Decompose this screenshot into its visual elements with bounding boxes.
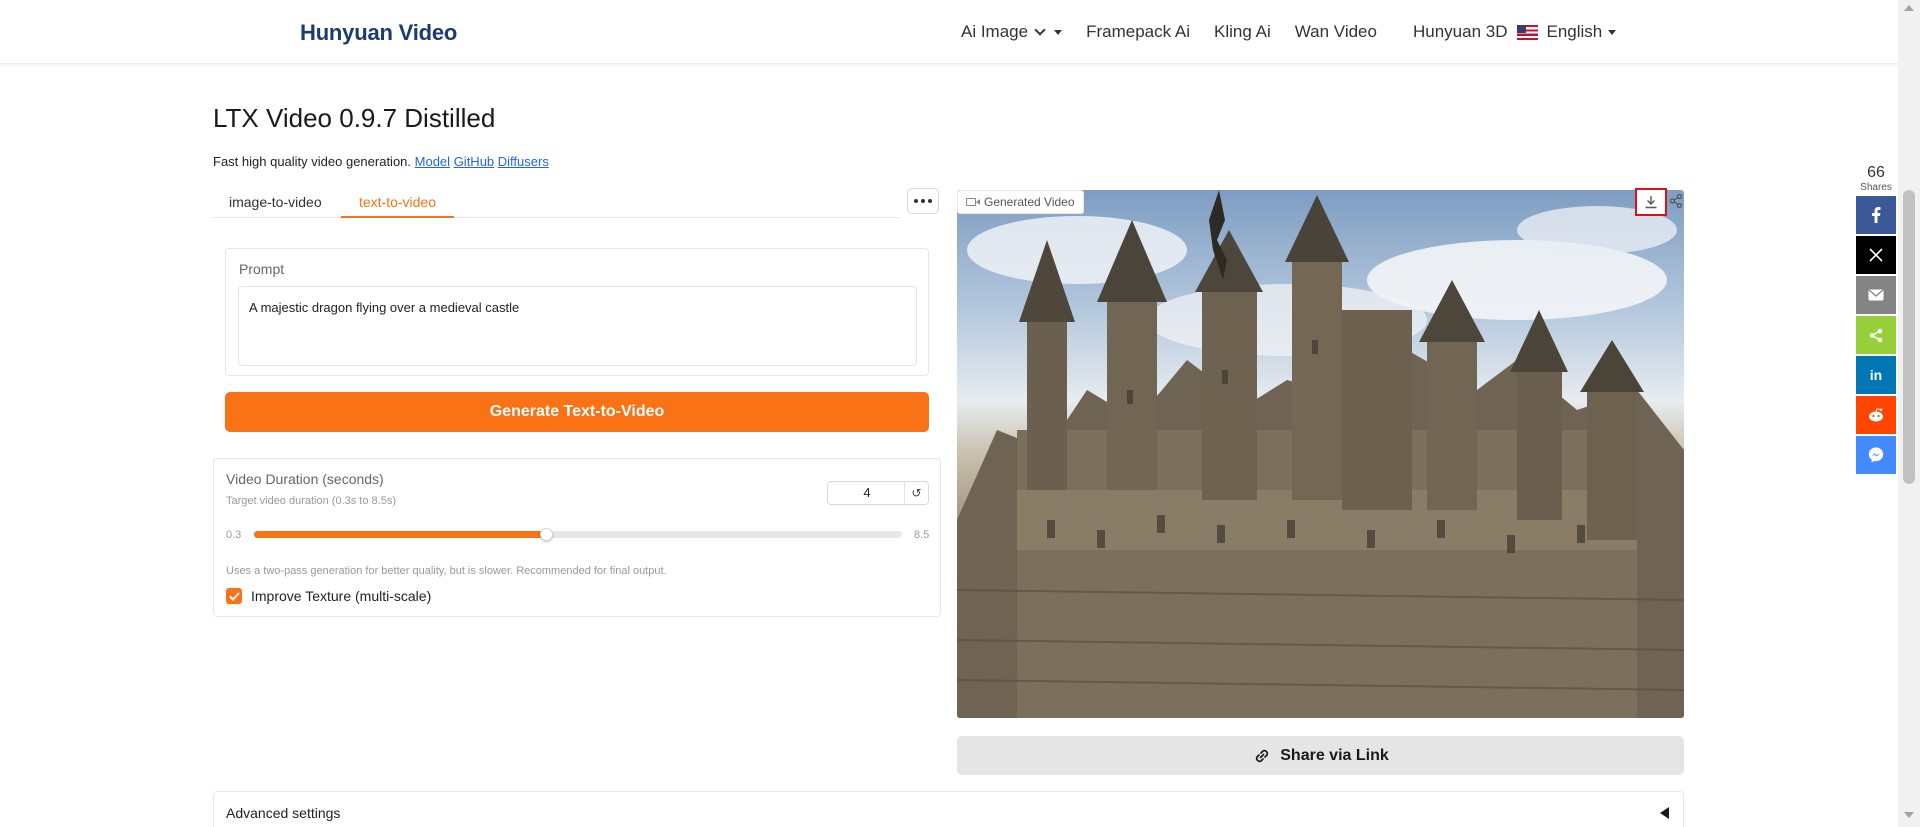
improve-texture-label: Improve Texture (multi-scale): [251, 588, 432, 604]
duration-slider[interactable]: [254, 528, 902, 541]
github-link[interactable]: GitHub: [454, 154, 494, 169]
reddit-icon: [1869, 408, 1883, 422]
language-label: English: [1546, 22, 1603, 41]
download-icon: [1645, 196, 1657, 209]
sharethis-share-button[interactable]: [1856, 316, 1896, 354]
castle-video-frame: [957, 190, 1684, 718]
nav-framepack-ai[interactable]: Framepack Ai: [1086, 22, 1190, 42]
share-count-number: 66: [1867, 164, 1885, 181]
collapse-triangle-icon: [1660, 807, 1669, 819]
page-description: Fast high quality video generation. Mode…: [213, 154, 549, 169]
advanced-settings-label: Advanced settings: [226, 805, 341, 821]
x-share-button[interactable]: [1856, 236, 1896, 274]
duration-card: Video Duration (seconds) Target video du…: [213, 458, 941, 617]
reset-icon[interactable]: ↺: [904, 482, 928, 504]
messenger-share-button[interactable]: [1856, 436, 1896, 474]
texture-note: Uses a two-pass generation for better qu…: [226, 565, 667, 577]
more-dots-icon: [914, 199, 918, 203]
page-title: LTX Video 0.9.7 Distilled: [213, 103, 496, 133]
reddit-share-button[interactable]: [1856, 396, 1896, 434]
email-share-button[interactable]: [1856, 276, 1896, 314]
more-dots-icon: [928, 199, 932, 203]
x-icon: [1869, 248, 1883, 262]
linkedin-share-button[interactable]: in: [1856, 356, 1896, 394]
slider-max-label: 8.5: [914, 529, 930, 541]
tab-text-to-video[interactable]: text-to-video: [341, 188, 454, 218]
email-icon: [1868, 289, 1884, 301]
improve-texture-row[interactable]: Improve Texture (multi-scale): [226, 588, 431, 604]
nav-ai-image[interactable]: Ai Image: [961, 22, 1063, 42]
description-text: Fast high quality video generation.: [213, 154, 412, 169]
scroll-up-arrow-icon[interactable]: [1904, 5, 1914, 11]
slider-min-label: 0.3: [226, 529, 242, 541]
linkedin-icon: in: [1869, 367, 1883, 383]
share-via-link-button[interactable]: Share via Link: [957, 736, 1684, 775]
prompt-label: Prompt: [239, 261, 285, 277]
download-video-button[interactable]: [1635, 188, 1667, 216]
slider-thumb[interactable]: [540, 528, 554, 541]
caret-down-icon: [1054, 29, 1063, 35]
share-count-label: Shares: [1860, 182, 1892, 193]
more-options-button[interactable]: [907, 188, 939, 214]
duration-hint: Target video duration (0.3s to 8.5s): [226, 495, 396, 507]
chevron-down-icon: [1034, 24, 1046, 36]
nav-hunyuan-3d[interactable]: Hunyuan 3D: [1413, 22, 1508, 42]
facebook-share-button[interactable]: [1856, 196, 1896, 234]
duration-number-field: 4 ↺: [827, 481, 929, 505]
link-icon: [1256, 749, 1269, 762]
generated-video-label: Generated Video: [957, 190, 1084, 214]
language-selector[interactable]: English: [1517, 22, 1617, 42]
video-camera-icon: [966, 198, 980, 206]
prompt-card: Prompt A majestic dragon flying over a m…: [225, 248, 929, 376]
generate-button[interactable]: Generate Text-to-Video: [225, 392, 929, 432]
facebook-icon: [1872, 207, 1881, 223]
slider-fill: [254, 531, 547, 538]
top-navbar: Hunyuan Video Ai Image Framepack Ai Klin…: [0, 0, 1898, 64]
nav-kling-ai[interactable]: Kling Ai: [1214, 22, 1271, 42]
mode-tabs: image-to-video text-to-video: [213, 188, 900, 218]
checkmark-icon: [228, 591, 240, 601]
scrollbar-thumb[interactable]: [1903, 190, 1915, 484]
messenger-icon: [1868, 447, 1884, 463]
page-scrollbar[interactable]: [1898, 0, 1920, 827]
model-link[interactable]: Model: [415, 154, 450, 169]
nav-ai-image-label: Ai Image: [961, 22, 1029, 41]
prompt-input[interactable]: A majestic dragon flying over a medieval…: [238, 286, 917, 366]
improve-texture-checkbox[interactable]: [226, 588, 242, 604]
more-dots-icon: [921, 199, 925, 203]
duration-title: Video Duration (seconds): [226, 471, 384, 487]
advanced-settings-accordion[interactable]: Advanced settings: [213, 791, 1684, 827]
brand-logo[interactable]: Hunyuan Video: [300, 20, 457, 46]
share-video-button[interactable]: [1668, 192, 1684, 210]
generated-video-label-text: Generated Video: [984, 195, 1075, 209]
us-flag-icon: [1517, 24, 1539, 40]
share-via-link-label: Share via Link: [1280, 746, 1389, 764]
duration-input[interactable]: 4: [828, 482, 906, 504]
scroll-down-arrow-icon[interactable]: [1904, 812, 1914, 818]
nav-wan-video[interactable]: Wan Video: [1295, 22, 1377, 42]
caret-down-icon: [1608, 29, 1617, 35]
generated-video-player[interactable]: Generated Video: [957, 190, 1684, 718]
share-icon: [1670, 194, 1682, 208]
main-nav: Ai Image Framepack Ai Kling Ai Wan Video…: [961, 0, 1640, 64]
diffusers-link[interactable]: Diffusers: [498, 154, 549, 169]
tab-image-to-video[interactable]: image-to-video: [213, 188, 338, 218]
share-count: 66 Shares: [1856, 164, 1896, 193]
sharethis-icon: [1869, 328, 1883, 342]
